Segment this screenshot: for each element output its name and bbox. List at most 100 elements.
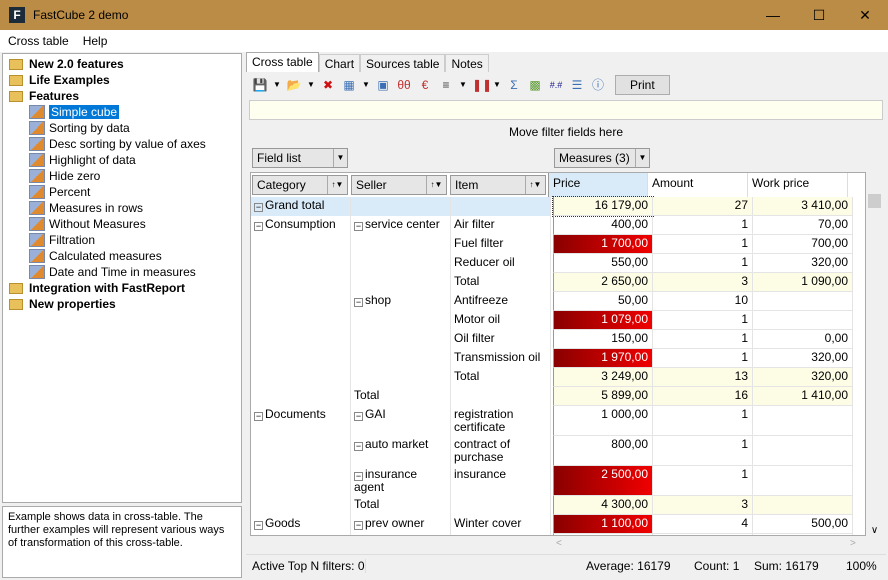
tree-folder-item[interactable]: New 2.0 features	[3, 56, 241, 72]
value-cell-amount: 16	[653, 387, 753, 406]
collapse-box-icon[interactable]: −	[254, 203, 263, 212]
row-sort-icon[interactable]: ≡	[438, 77, 454, 93]
tree-example-item[interactable]: Date and Time in measures	[3, 264, 241, 280]
collapse-box-icon[interactable]: −	[354, 412, 363, 421]
cell-item: Reducer oil	[451, 254, 551, 273]
cell-item: Transmission oil	[451, 349, 551, 368]
notes-icon[interactable]: ☰	[569, 77, 585, 93]
table-row: − Documents − GAI registration certificate 1 …	[251, 406, 865, 436]
row-field-item[interactable]: Item ↑▼	[450, 175, 546, 195]
measures-combo[interactable]: Measures (3) ▼	[554, 148, 650, 168]
value-cell-amount: 1	[653, 254, 753, 273]
item-label: Total	[454, 369, 480, 383]
cell-item	[451, 387, 551, 406]
tree-example-item[interactable]: Simple cube	[3, 104, 241, 120]
refresh-icon[interactable]: ▣	[375, 77, 391, 93]
value-cell-work: 320,00	[753, 368, 853, 387]
sort-dropdown-icon[interactable]: ↑▼	[426, 176, 446, 194]
dropdown-arrow-icon[interactable]: ▼	[493, 77, 501, 93]
info-icon[interactable]: ⓘ	[590, 77, 606, 93]
highlight-icon[interactable]: ▩	[527, 77, 543, 93]
examples-tree[interactable]: New 2.0 features Life Examples Features Sim…	[2, 53, 242, 503]
open-icon[interactable]: 📂	[286, 77, 302, 93]
tree-example-item[interactable]: Hide zero	[3, 168, 241, 184]
dropdown-arrow-icon[interactable]: ▼	[459, 77, 467, 93]
collapse-icon[interactable]: θθ	[396, 77, 412, 93]
dropdown-arrow-icon[interactable]: ▼	[362, 77, 370, 93]
collapse-box-icon[interactable]: −	[354, 298, 363, 307]
totals-icon[interactable]: Σ	[506, 77, 522, 93]
tree-folder-item[interactable]: New properties	[3, 296, 241, 312]
close-button[interactable]: ✕	[842, 0, 888, 30]
cube-icon	[29, 121, 45, 135]
tree-example-item[interactable]: Calculated measures	[3, 248, 241, 264]
value-cell-amount: 1	[653, 349, 753, 368]
chevron-down-icon[interactable]: ▼	[635, 149, 649, 167]
dropdown-arrow-icon[interactable]: ▼	[307, 77, 315, 93]
tree-example-item[interactable]: Highlight of data	[3, 152, 241, 168]
chevron-down-icon[interactable]: ▼	[333, 149, 347, 167]
measure-header-work-price[interactable]: Work price	[748, 173, 848, 197]
cell-seller: − GAI	[351, 406, 451, 436]
sort-dropdown-icon[interactable]: ↑▼	[327, 176, 347, 194]
print-button[interactable]: Print	[615, 75, 670, 95]
tree-folder-item[interactable]: Integration with FastReport	[3, 280, 241, 296]
delete-icon[interactable]: ✖	[320, 77, 336, 93]
field-list-combo[interactable]: Field list ▼	[252, 148, 348, 168]
tab-chart[interactable]: Chart	[318, 54, 361, 72]
tree-example-item[interactable]: Filtration	[3, 232, 241, 248]
format-icon[interactable]: #.#	[548, 77, 564, 93]
tab-sources-table[interactable]: Sources table	[360, 54, 446, 72]
tab-notes[interactable]: Notes	[445, 54, 489, 72]
measure-header-amount[interactable]: Amount	[648, 173, 748, 197]
cell-seller	[351, 197, 451, 216]
tree-item-label: New properties	[29, 297, 116, 311]
collapse-box-icon[interactable]: −	[254, 521, 263, 530]
table-row: Total 4 300,00 3	[251, 496, 865, 515]
value-cell-work	[753, 311, 853, 330]
value-cell-work: 3 410,00	[753, 197, 853, 216]
tree-item-label: Life Examples	[29, 73, 110, 87]
tab-cross-table[interactable]: Cross table	[246, 52, 319, 72]
measures-label: Measures (3)	[559, 151, 630, 165]
collapse-box-icon[interactable]: −	[254, 222, 263, 231]
menu-cross-table[interactable]: Cross table	[0, 34, 75, 48]
item-label: registration certificate	[454, 407, 514, 434]
row-field-seller[interactable]: Seller ↑▼	[351, 175, 447, 195]
table-row: Reducer oil 550,00 1 320,00	[251, 254, 865, 273]
tree-item-label: Measures in rows	[49, 201, 144, 215]
tree-example-item[interactable]: Without Measures	[3, 216, 241, 232]
minimize-button[interactable]: —	[750, 0, 796, 30]
tree-example-item[interactable]: Measures in rows	[3, 200, 241, 216]
row-field-category[interactable]: Category ↑▼	[252, 175, 348, 195]
tree-folder-item[interactable]: Features	[3, 88, 241, 104]
tree-example-item[interactable]: Desc sorting by value of axes	[3, 136, 241, 152]
expand-icon[interactable]: €	[417, 77, 433, 93]
collapse-box-icon[interactable]: −	[354, 442, 363, 451]
collapse-box-icon[interactable]: −	[354, 521, 363, 530]
menu-help[interactable]: Help	[75, 34, 114, 48]
cell-seller: − service center	[351, 216, 451, 235]
sort-dropdown-icon[interactable]: ↑▼	[525, 176, 545, 194]
measure-header-price[interactable]: Price	[548, 173, 648, 197]
dropdown-arrow-icon[interactable]: ▼	[273, 77, 281, 93]
save-icon[interactable]: 💾	[252, 77, 268, 93]
tree-folder-item[interactable]: Life Examples	[3, 72, 241, 88]
value-cell-amount: 1	[653, 235, 753, 254]
column-sort-icon[interactable]: ❚❚	[472, 77, 492, 93]
collapse-box-icon[interactable]: −	[354, 222, 363, 231]
maximize-button[interactable]: ☐	[796, 0, 842, 30]
value-cell-work: 0,00	[753, 330, 853, 349]
tree-example-item[interactable]: Sorting by data	[3, 120, 241, 136]
filter-area[interactable]	[249, 100, 883, 120]
tree-example-item[interactable]: Percent	[3, 184, 241, 200]
example-description: Example shows data in cross-table. The f…	[2, 506, 242, 578]
horizontal-scrollbar[interactable]: < >	[250, 536, 866, 552]
tree-item-label: New 2.0 features	[29, 57, 124, 71]
cube-icon	[29, 217, 45, 231]
layout-icon[interactable]: ▦	[341, 77, 357, 93]
value-cell-price: 800,00	[553, 436, 653, 466]
cross-table-grid[interactable]: Category ↑▼ Seller ↑▼ Item ↑▼ Price Amount Work …	[250, 172, 866, 536]
collapse-box-icon[interactable]: −	[254, 412, 263, 421]
vertical-scrollbar[interactable]: ∨	[866, 190, 883, 536]
